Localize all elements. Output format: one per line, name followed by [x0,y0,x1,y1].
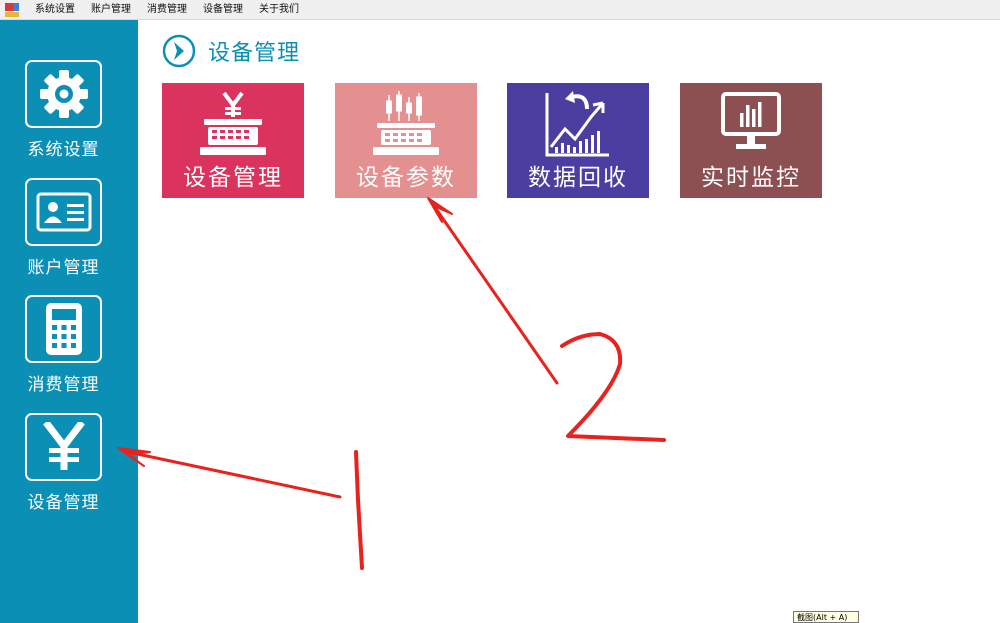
page-title: 设备管理 [208,41,301,66]
data-chart-icon [545,91,609,157]
id-card-icon [36,192,91,232]
sidebar-item-account-management[interactable]: 账户管理 [22,178,105,278]
arrow-2-head [427,197,453,223]
tile-data-recovery[interactable]: 数据回收 [507,83,649,198]
cash-register-chart-icon [373,91,439,155]
sidebar-item-box [25,413,102,481]
sidebar-item-label: 消费管理 [27,375,100,395]
tile-realtime-monitoring[interactable]: 实时监控 [680,83,822,198]
sidebar-item-device-management[interactable]: 设备管理 [22,413,105,513]
menu-item-consumption-management[interactable]: 消费管理 [139,0,195,19]
menu-item-account-management[interactable]: 账户管理 [83,0,139,19]
sidebar-item-label: 账户管理 [27,258,100,278]
calculator-icon [45,303,82,355]
sidebar-item-label: 系统设置 [27,140,100,160]
gear-icon [39,70,88,118]
sidebar-item-consumption-management[interactable]: 消费管理 [22,295,105,395]
app-icon [5,2,19,17]
yen-icon [42,422,85,470]
menu-bar: 系统设置 账户管理 消费管理 设备管理 关于我们 [0,0,1000,20]
menu-item-system-settings[interactable]: 系统设置 [27,0,83,19]
tile-device-parameters[interactable]: 设备参数 [335,83,477,198]
menu-item-about-us[interactable]: 关于我们 [251,0,307,19]
chevron-right-circle-icon [162,34,196,68]
sidebar: 系统设置 账户管理 消费管理 设备管理 [0,20,138,623]
number-2-stroke [560,332,666,442]
sidebar-item-box [25,178,102,246]
cash-register-yen-icon [200,91,266,155]
sidebar-item-box [25,295,102,363]
sidebar-item-system-settings[interactable]: 系统设置 [22,60,105,160]
menu-item-device-management[interactable]: 设备管理 [195,0,251,19]
tile-label: 数据回收 [528,165,628,191]
monitor-icon [721,92,781,149]
tile-label: 实时监控 [701,165,801,191]
tile-label: 设备管理 [183,165,283,191]
arrow-2-shaft [430,201,559,385]
screenshot-tooltip: 截图(Alt + A) [793,611,859,623]
tile-label: 设备参数 [356,165,456,191]
page-header: 设备管理 [162,34,300,68]
arrow-1-shaft [126,450,342,499]
sidebar-item-box [25,60,102,128]
tile-device-management[interactable]: 设备管理 [162,83,304,198]
number-1-stroke [354,450,364,570]
annotation-overlay [117,197,666,570]
sidebar-item-label: 设备管理 [27,493,100,513]
